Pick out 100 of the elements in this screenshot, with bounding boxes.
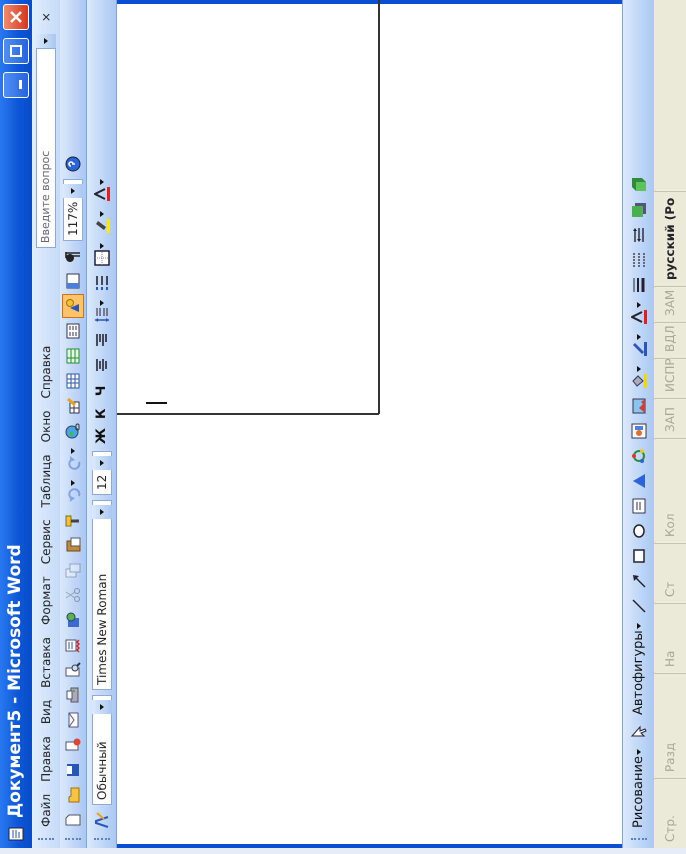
menu-item[interactable]: Правка [35, 730, 57, 788]
close-icon [8, 9, 24, 25]
page-lock-icon [65, 737, 81, 753]
cube-icon [630, 177, 646, 194]
new-page-icon [65, 812, 81, 828]
book-globe-icon [65, 612, 81, 628]
paint-bucket-icon [630, 373, 646, 390]
dropdown-arrow-icon [636, 749, 642, 756]
dropdown-arrow-icon [636, 366, 642, 372]
dropdown-arrow-icon [636, 334, 642, 340]
dropdown-arrow-icon [43, 38, 49, 44]
dropdown-arrow-icon [98, 211, 104, 218]
toolbar-grip[interactable] [65, 837, 81, 840]
format-button[interactable]: Ж [90, 424, 112, 448]
menu-item[interactable]: Формат [35, 570, 57, 631]
close-document-button[interactable]: × [37, 8, 55, 26]
dropdown-field[interactable]: 12 [92, 451, 112, 495]
font-color-icon [94, 186, 110, 202]
window-title: Документ5 - Microsoft Word [4, 543, 26, 818]
line-weights-icon [630, 277, 646, 294]
arrow-styles-icon [630, 227, 646, 244]
clipart-icon [630, 423, 646, 440]
globe-link-icon [65, 423, 81, 439]
toolbar-grip[interactable] [38, 837, 54, 840]
status-field: Кол [661, 513, 679, 537]
rectangle-icon [630, 548, 646, 564]
toolbar-grip[interactable] [630, 837, 646, 840]
text-box-icon [630, 498, 646, 514]
status-field: На [661, 650, 679, 667]
dropdown-arrow-icon [98, 243, 104, 250]
dropdown-arrow-icon [636, 623, 642, 630]
status-field: ВДЛ [661, 325, 679, 352]
shadow-box-icon [630, 202, 646, 218]
dropdown-arrow-icon [98, 509, 104, 515]
toolbar-grip[interactable] [94, 837, 110, 840]
menu-button[interactable]: Рисование [628, 745, 650, 832]
menu-item[interactable]: Справка [35, 340, 57, 404]
pen-icon [630, 341, 646, 358]
dropdown-arrow-icon [70, 480, 76, 486]
shapes-button[interactable] [62, 294, 84, 318]
status-field: ИСПР [661, 358, 679, 392]
format-button[interactable]: К [90, 401, 112, 424]
align-center-icon [94, 357, 110, 374]
document-icon [8, 826, 24, 842]
menu-item[interactable]: Таблица [35, 448, 57, 514]
columns-icon [65, 323, 81, 339]
clipboard-icon [65, 537, 81, 553]
status-field: Разд [661, 742, 679, 772]
dropdown-button[interactable] [36, 34, 56, 48]
menu-item[interactable]: Сервис [35, 513, 57, 570]
diagonal-line-icon [630, 598, 646, 614]
picture-icon [630, 398, 646, 414]
align-right-icon [94, 332, 110, 348]
status-field: Стр. [661, 815, 679, 842]
maximize-icon [8, 43, 24, 59]
spreadsheet-grid-icon [65, 348, 81, 364]
dropdown-field[interactable]: 117% [63, 179, 83, 241]
page-map-icon [65, 273, 81, 289]
dropdown-arrow-icon [70, 448, 76, 454]
dropdown-arrow-icon [98, 179, 104, 186]
scissors-icon [65, 587, 81, 603]
minimize-button[interactable] [3, 72, 29, 98]
shapes-icon [65, 298, 81, 314]
help-search-field[interactable]: Введите вопрос [36, 48, 56, 248]
dropdown-arrow-icon [636, 302, 642, 308]
menu-item[interactable]: Вид [35, 694, 57, 730]
menu-button[interactable]: Автофигуры [628, 619, 650, 720]
status-field: ЗАМ [661, 290, 679, 316]
menu-item[interactable]: Окно [35, 404, 57, 448]
diagram-icon [630, 448, 646, 464]
font-color-icon [630, 309, 646, 326]
style-pen-icon [94, 812, 110, 828]
status-field: ЗАП [661, 407, 679, 432]
dropdown-field[interactable]: Обычный [92, 695, 112, 805]
printer-icon [65, 687, 81, 703]
page-wavy-line-icon [65, 637, 81, 653]
close-button[interactable] [3, 4, 29, 30]
status-field: русский (Ро [661, 198, 679, 280]
border-grid-icon [94, 250, 110, 266]
numbered-list-icon [94, 275, 110, 292]
page-magnifier-icon [65, 662, 81, 678]
text-cursor [146, 402, 167, 404]
dropdown-arrow-icon [98, 300, 104, 306]
minimize-icon [19, 80, 22, 90]
pencil-grid-icon [65, 398, 81, 414]
arrow-icon [630, 573, 646, 590]
dropdown-arrow-icon [98, 460, 104, 466]
dropdown-arrow-icon [70, 188, 76, 194]
dropdown-arrow-icon [98, 704, 104, 710]
format-button[interactable]: Ч [90, 378, 112, 400]
menu-item[interactable]: Вставка [35, 630, 57, 694]
maximize-button[interactable] [3, 38, 29, 64]
dropdown-field[interactable]: Times New Roman [92, 500, 112, 690]
help-icon [65, 156, 81, 172]
menu-item[interactable]: Файл [35, 788, 57, 833]
table-grid-icon [65, 373, 81, 389]
dashed-lines-icon [630, 252, 646, 268]
oval-icon [630, 523, 646, 540]
status-field: Ст [661, 582, 679, 597]
highlighter-icon [94, 218, 110, 234]
